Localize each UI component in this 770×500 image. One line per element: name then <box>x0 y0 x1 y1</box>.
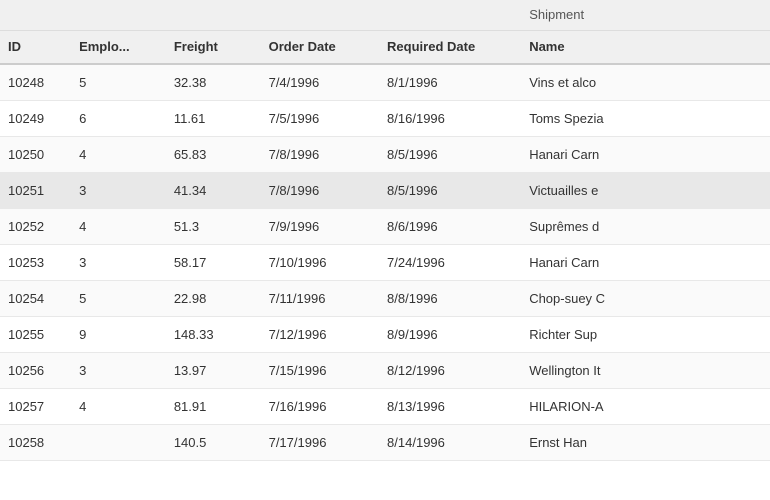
cell-orderdate: 7/4/1996 <box>261 64 379 100</box>
cell-employee: 3 <box>71 172 166 208</box>
cell-shipname: Vins et alco <box>521 64 770 100</box>
group-header-freight <box>166 0 261 30</box>
table-row[interactable]: 10257481.917/16/19968/13/1996HILARION-A <box>0 388 770 424</box>
group-header-row: Shipment <box>0 0 770 30</box>
cell-requireddate: 8/16/1996 <box>379 100 521 136</box>
cell-employee: 4 <box>71 136 166 172</box>
cell-freight: 140.5 <box>166 424 261 460</box>
cell-employee: 5 <box>71 64 166 100</box>
cell-requireddate: 8/13/1996 <box>379 388 521 424</box>
cell-employee: 6 <box>71 100 166 136</box>
cell-employee: 4 <box>71 388 166 424</box>
table-body: 10248532.387/4/19968/1/1996Vins et alco1… <box>0 64 770 460</box>
col-header-id[interactable]: ID <box>0 30 71 64</box>
table-row[interactable]: 10250465.837/8/19968/5/1996Hanari Carn <box>0 136 770 172</box>
cell-freight: 32.38 <box>166 64 261 100</box>
cell-requireddate: 7/24/1996 <box>379 244 521 280</box>
col-header-requireddate[interactable]: Required Date <box>379 30 521 64</box>
cell-id: 10254 <box>0 280 71 316</box>
cell-orderdate: 7/9/1996 <box>261 208 379 244</box>
group-header-id <box>0 0 71 30</box>
cell-orderdate: 7/15/1996 <box>261 352 379 388</box>
cell-shipname: Toms Spezia <box>521 100 770 136</box>
cell-id: 10253 <box>0 244 71 280</box>
cell-requireddate: 8/5/1996 <box>379 136 521 172</box>
group-header-orderdate <box>261 0 379 30</box>
col-header-employee[interactable]: Emplo... <box>71 30 166 64</box>
cell-freight: 81.91 <box>166 388 261 424</box>
group-header-reqdate <box>379 0 521 30</box>
cell-orderdate: 7/5/1996 <box>261 100 379 136</box>
cell-shipname: Suprêmes d <box>521 208 770 244</box>
cell-id: 10255 <box>0 316 71 352</box>
cell-id: 10250 <box>0 136 71 172</box>
table-row[interactable]: 10254522.987/11/19968/8/1996Chop-suey C <box>0 280 770 316</box>
cell-employee: 9 <box>71 316 166 352</box>
cell-id: 10257 <box>0 388 71 424</box>
cell-freight: 22.98 <box>166 280 261 316</box>
col-header-freight[interactable]: Freight <box>166 30 261 64</box>
cell-orderdate: 7/11/1996 <box>261 280 379 316</box>
cell-requireddate: 8/1/1996 <box>379 64 521 100</box>
cell-id: 10258 <box>0 424 71 460</box>
cell-shipname: Hanari Carn <box>521 244 770 280</box>
cell-freight: 65.83 <box>166 136 261 172</box>
cell-freight: 13.97 <box>166 352 261 388</box>
cell-id: 10252 <box>0 208 71 244</box>
column-header-row: ID Emplo... Freight Order Date Required … <box>0 30 770 64</box>
table-row[interactable]: 10248532.387/4/19968/1/1996Vins et alco <box>0 64 770 100</box>
col-header-orderdate[interactable]: Order Date <box>261 30 379 64</box>
cell-employee: 4 <box>71 208 166 244</box>
cell-orderdate: 7/17/1996 <box>261 424 379 460</box>
cell-employee <box>71 424 166 460</box>
cell-requireddate: 8/5/1996 <box>379 172 521 208</box>
table-row[interactable]: 10249611.617/5/19968/16/1996Toms Spezia <box>0 100 770 136</box>
cell-orderdate: 7/16/1996 <box>261 388 379 424</box>
cell-id: 10249 <box>0 100 71 136</box>
cell-requireddate: 8/8/1996 <box>379 280 521 316</box>
col-header-shipname[interactable]: Name <box>521 30 770 64</box>
table-row[interactable]: 10251341.347/8/19968/5/1996Victuailles e <box>0 172 770 208</box>
cell-shipname: Wellington It <box>521 352 770 388</box>
cell-freight: 41.34 <box>166 172 261 208</box>
table-container: Shipment ID Emplo... Freight Order Date … <box>0 0 770 500</box>
cell-freight: 51.3 <box>166 208 261 244</box>
cell-employee: 3 <box>71 352 166 388</box>
cell-shipname: Chop-suey C <box>521 280 770 316</box>
cell-orderdate: 7/8/1996 <box>261 136 379 172</box>
group-header-shipment: Shipment <box>521 0 770 30</box>
cell-requireddate: 8/6/1996 <box>379 208 521 244</box>
cell-requireddate: 8/14/1996 <box>379 424 521 460</box>
data-table: Shipment ID Emplo... Freight Order Date … <box>0 0 770 461</box>
cell-shipname: Ernst Han <box>521 424 770 460</box>
group-header-emp <box>71 0 166 30</box>
cell-orderdate: 7/10/1996 <box>261 244 379 280</box>
table-row[interactable]: 10252451.37/9/19968/6/1996Suprêmes d <box>0 208 770 244</box>
cell-shipname: Richter Sup <box>521 316 770 352</box>
cell-id: 10256 <box>0 352 71 388</box>
cell-id: 10251 <box>0 172 71 208</box>
cell-requireddate: 8/9/1996 <box>379 316 521 352</box>
cell-shipname: Hanari Carn <box>521 136 770 172</box>
cell-shipname: Victuailles e <box>521 172 770 208</box>
cell-shipname: HILARION-A <box>521 388 770 424</box>
table-row[interactable]: 10253358.177/10/19967/24/1996Hanari Carn <box>0 244 770 280</box>
cell-freight: 11.61 <box>166 100 261 136</box>
table-row[interactable]: 102559148.337/12/19968/9/1996Richter Sup <box>0 316 770 352</box>
cell-id: 10248 <box>0 64 71 100</box>
cell-orderdate: 7/12/1996 <box>261 316 379 352</box>
cell-orderdate: 7/8/1996 <box>261 172 379 208</box>
table-row[interactable]: 10256313.977/15/19968/12/1996Wellington … <box>0 352 770 388</box>
cell-employee: 3 <box>71 244 166 280</box>
cell-freight: 148.33 <box>166 316 261 352</box>
table-row[interactable]: 10258 140.57/17/19968/14/1996Ernst Han <box>0 424 770 460</box>
cell-employee: 5 <box>71 280 166 316</box>
cell-requireddate: 8/12/1996 <box>379 352 521 388</box>
cell-freight: 58.17 <box>166 244 261 280</box>
